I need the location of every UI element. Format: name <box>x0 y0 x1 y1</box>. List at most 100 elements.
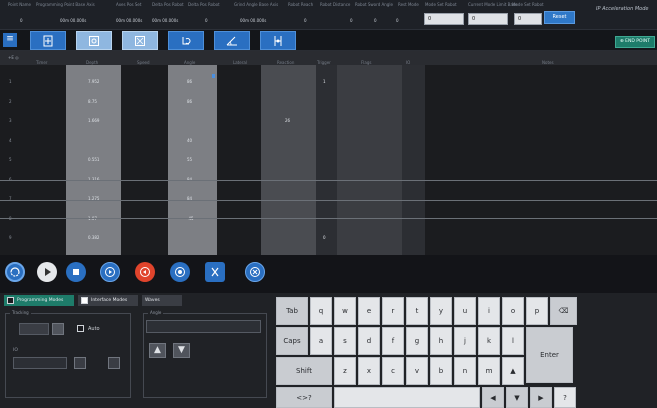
status-label: Programming Point Base Axis <box>36 2 95 7</box>
key-p[interactable]: p <box>526 297 548 325</box>
trigger-cell: 0 <box>323 235 326 240</box>
key-up[interactable]: ▲ <box>502 357 524 385</box>
tracking-spin-button[interactable] <box>52 323 64 335</box>
key-i[interactable]: i <box>478 297 500 325</box>
status-value: 00m 00.000s <box>240 18 267 23</box>
key-symbols[interactable]: <>? <box>276 387 332 408</box>
tab-waves[interactable]: Waves <box>142 295 182 306</box>
key-down[interactable]: ▼ <box>506 387 528 408</box>
key-q[interactable]: q <box>310 297 332 325</box>
end-point-button[interactable]: ⊕ END POINT <box>615 36 655 48</box>
key-h[interactable]: h <box>430 327 452 355</box>
angle-down-button[interactable]: ▼ <box>173 343 190 358</box>
key-z[interactable]: z <box>334 357 356 385</box>
key-a[interactable]: a <box>310 327 332 355</box>
reaction-cell: 26 <box>285 118 291 123</box>
status-value: 0 <box>374 18 377 23</box>
mode-limit-input[interactable]: 0 <box>468 13 508 25</box>
key-j[interactable]: j <box>454 327 476 355</box>
angle-button[interactable] <box>214 31 250 50</box>
row-marker <box>212 74 215 78</box>
rotate-return-icon <box>182 36 191 44</box>
io-increment-button[interactable] <box>108 357 120 369</box>
tool-pick-button[interactable] <box>260 31 296 50</box>
stop-icon <box>73 269 79 275</box>
key-k[interactable]: k <box>478 327 500 355</box>
key-c[interactable]: c <box>382 357 404 385</box>
status-label: Robot Sword Angle <box>355 2 393 7</box>
angle-group-title: Angle <box>148 310 164 315</box>
key-s[interactable]: s <box>334 327 356 355</box>
key-backspace[interactable]: ⌫ <box>550 297 577 325</box>
key-question[interactable]: ? <box>554 387 576 408</box>
status-label: Grind Angle Base Axis <box>234 2 279 7</box>
status-value: 0 <box>304 18 307 23</box>
tab-interface-modes[interactable]: Interface Modes <box>78 295 138 306</box>
mode-set-input[interactable]: 0 <box>424 13 464 25</box>
key-w[interactable]: w <box>334 297 356 325</box>
status-label: Delta Pos Robot <box>188 2 220 7</box>
tab-checkbox <box>7 297 14 304</box>
key-tab[interactable]: Tab <box>276 297 308 325</box>
angle-up-button[interactable]: ▲ <box>149 343 166 358</box>
hamburger-menu-icon[interactable]: ≡ <box>3 33 17 47</box>
frame-select-icon <box>135 35 145 46</box>
io-select[interactable] <box>13 357 67 369</box>
key-y[interactable]: y <box>430 297 452 325</box>
frame-button[interactable] <box>76 31 112 50</box>
tracking-value-field[interactable] <box>19 323 49 335</box>
status-bar: Point Name Programming Point Base Axis A… <box>0 0 657 30</box>
key-enter[interactable]: Enter <box>526 327 573 383</box>
step-back-button[interactable] <box>135 262 155 282</box>
key-space[interactable] <box>334 387 480 408</box>
status-value: 00m 00.000s <box>152 18 179 23</box>
reset-button[interactable]: Reset <box>544 11 575 24</box>
cancel-button[interactable] <box>245 262 265 282</box>
frame-icon <box>89 35 99 46</box>
stop-button[interactable] <box>66 262 86 282</box>
key-m[interactable]: m <box>478 357 500 385</box>
row-number: 1 <box>9 79 12 84</box>
key-d[interactable]: d <box>358 327 380 355</box>
key-right[interactable]: ▶ <box>530 387 552 408</box>
key-f[interactable]: f <box>382 327 404 355</box>
key-t[interactable]: t <box>406 297 428 325</box>
key-b[interactable]: b <box>430 357 452 385</box>
cut-button[interactable] <box>205 262 225 282</box>
tab-checkbox <box>81 297 88 304</box>
cycle-button[interactable] <box>5 262 25 282</box>
status-value: 0 <box>205 18 208 23</box>
record-button[interactable] <box>170 262 190 282</box>
program-grid[interactable]: 1 7.952 86 1 2 8.75 86 3 1.669 26 4 40 5 0.551 55 6 1.31… <box>0 65 657 255</box>
key-r[interactable]: r <box>382 297 404 325</box>
io-decrement-button[interactable] <box>74 357 86 369</box>
key-e[interactable]: e <box>358 297 380 325</box>
key-shift[interactable]: Shift <box>276 357 332 385</box>
key-caps[interactable]: Caps <box>276 327 308 355</box>
key-o[interactable]: o <box>502 297 524 325</box>
row-number: 2 <box>9 98 12 104</box>
auto-label: Auto <box>88 326 100 332</box>
frame-select-button[interactable] <box>122 31 158 50</box>
key-l[interactable]: l <box>502 327 524 355</box>
key-g[interactable]: g <box>406 327 428 355</box>
angle-select[interactable] <box>146 320 261 333</box>
key-left[interactable]: ◀ <box>482 387 504 408</box>
tab-programming-modes[interactable]: Programming Modes <box>4 295 74 306</box>
step-play-button[interactable] <box>100 262 120 282</box>
step-back-icon <box>140 267 150 277</box>
insert-point-button[interactable] <box>30 31 66 50</box>
play-button[interactable] <box>37 262 57 282</box>
key-u[interactable]: u <box>454 297 476 325</box>
row-divider <box>0 180 657 181</box>
key-x[interactable]: x <box>358 357 380 385</box>
auto-checkbox[interactable] <box>77 325 84 332</box>
step-play-icon <box>105 267 115 277</box>
field-label: Current Mode Limit Base <box>468 2 518 7</box>
key-v[interactable]: v <box>406 357 428 385</box>
rotate-return-button[interactable] <box>168 31 204 50</box>
grid-toggle[interactable]: +E ◎ <box>8 55 19 60</box>
row-divider <box>0 200 657 201</box>
mode-set-robot-input[interactable]: 0 <box>514 13 542 25</box>
key-n[interactable]: n <box>454 357 476 385</box>
